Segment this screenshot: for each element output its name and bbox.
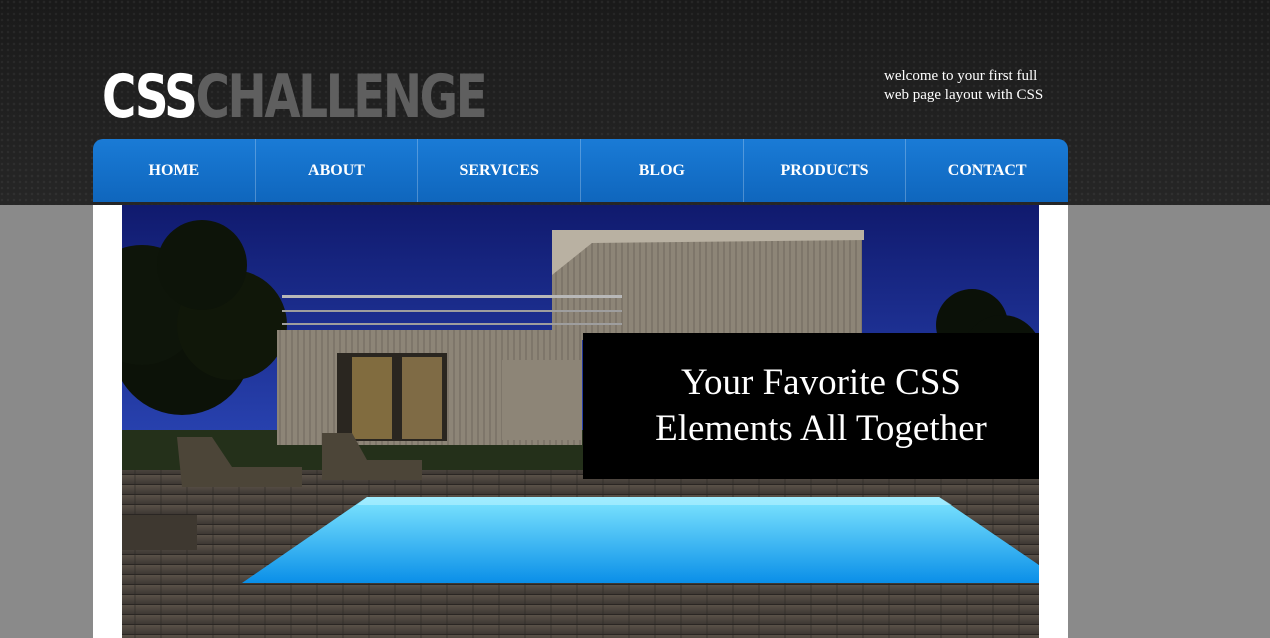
hero-caption-line-2: Elements All Together bbox=[655, 408, 987, 449]
nav-home[interactable]: HOME bbox=[93, 139, 255, 202]
hero-caption-line-1: Your Favorite CSS bbox=[681, 362, 961, 403]
tagline-line-1: welcome to your first full bbox=[884, 68, 1038, 84]
logo-challenge: CHALLENGE bbox=[195, 62, 488, 132]
main-nav: HOME ABOUT SERVICES BLOG PRODUCTS CONTAC… bbox=[93, 139, 1068, 202]
nav-products[interactable]: PRODUCTS bbox=[742, 139, 906, 202]
tagline: welcome to your first full web page layo… bbox=[884, 67, 1074, 105]
nav-about[interactable]: ABOUT bbox=[254, 139, 418, 202]
pool bbox=[242, 497, 1039, 583]
nav-services[interactable]: SERVICES bbox=[417, 139, 580, 202]
hero-caption: Your Favorite CSS Elements All Together bbox=[583, 333, 1039, 479]
nav-blog[interactable]: BLOG bbox=[580, 139, 743, 202]
tagline-line-2: web page layout with CSS bbox=[884, 87, 1044, 103]
lounge-chair-front bbox=[122, 515, 197, 550]
site-logo[interactable]: CSSCHALLENGE bbox=[102, 62, 488, 132]
content-area: Your Favorite CSS Elements All Together bbox=[93, 205, 1068, 638]
nav-contact[interactable]: CONTACT bbox=[905, 139, 1068, 202]
hero-banner: Your Favorite CSS Elements All Together bbox=[122, 205, 1039, 638]
logo-css: CSS bbox=[102, 62, 198, 132]
